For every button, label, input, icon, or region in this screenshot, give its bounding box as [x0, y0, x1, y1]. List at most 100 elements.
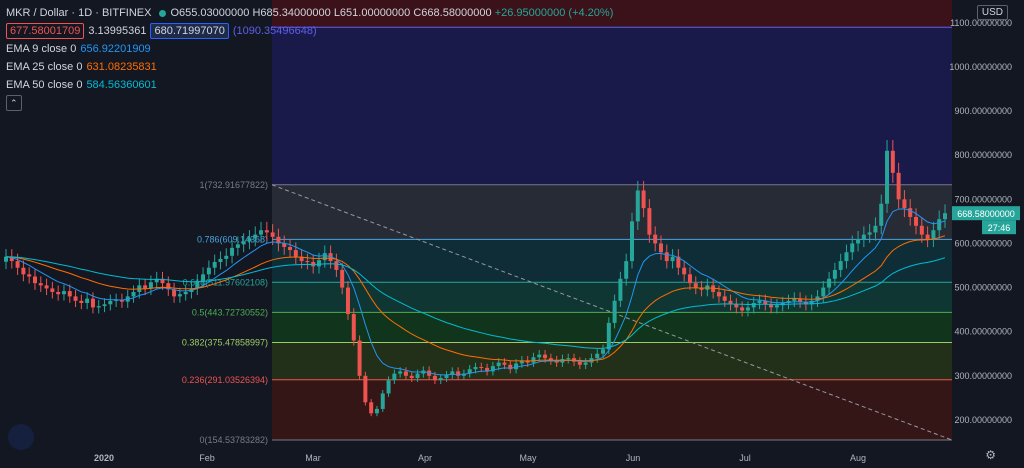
candle-body [4, 256, 8, 262]
price-tick-label: 900.00000000 [954, 106, 1012, 116]
candle-body [293, 250, 298, 257]
spread-value: 3.13995361 [88, 25, 147, 37]
candle-body [230, 247, 235, 256]
candle-body [108, 300, 113, 305]
candle-body [432, 375, 437, 381]
time-tick-label: Apr [418, 453, 432, 463]
fib-level-label: 0.5(443.72730552) [192, 307, 268, 317]
gear-icon[interactable]: ⚙ [985, 448, 996, 462]
trade-row: 677.58001709 3.13995361 680.71997070 (10… [6, 22, 613, 40]
sell-button[interactable]: 677.58001709 [6, 23, 85, 39]
candle-body [937, 219, 942, 231]
price-tick-label: 400.00000000 [954, 327, 1012, 337]
candle-body [253, 234, 258, 239]
candle-body [861, 234, 866, 240]
high-value: H685.34000000 [252, 7, 331, 19]
candle-body [479, 366, 484, 368]
candle-body [885, 150, 890, 204]
candle-body [867, 232, 872, 235]
ema9-row[interactable]: EMA 9 close 0 656.92201909 [6, 40, 613, 58]
candle-body [583, 362, 588, 365]
candle-body [873, 225, 878, 233]
ema50-row[interactable]: EMA 50 close 0 584.56360601 [6, 76, 613, 94]
ema9-label: EMA 9 close 0 [6, 43, 77, 55]
candle-body [90, 298, 95, 308]
candle-body [890, 150, 895, 173]
candle-body [317, 260, 321, 267]
candle-body [363, 375, 368, 403]
candle-body [369, 402, 374, 414]
candle-body [15, 261, 20, 268]
candle-body [345, 287, 350, 315]
ema25-label: EMA 25 close 0 [6, 61, 83, 73]
candle-body [740, 307, 745, 311]
time-tick-label: Jun [626, 453, 641, 463]
candle-body [821, 287, 826, 297]
candle-body [914, 216, 919, 226]
candle-body [612, 300, 617, 323]
candle-body [931, 230, 936, 240]
candle-body [27, 274, 32, 277]
ema9-value: 656.92201909 [80, 43, 151, 55]
candle-body [664, 252, 669, 262]
candle-body [357, 340, 362, 376]
candle-body [212, 261, 217, 268]
candle-body [206, 267, 211, 275]
candle-body [415, 373, 420, 379]
candle-body [757, 300, 762, 304]
ema25-row[interactable]: EMA 25 close 0 631.08235831 [6, 58, 613, 76]
candle-body [577, 361, 582, 365]
candle-body [61, 291, 66, 295]
candle-body [473, 366, 478, 370]
candle-body [224, 255, 229, 259]
candle-body [143, 285, 148, 289]
candle-body [79, 300, 84, 304]
candle-body [682, 267, 687, 275]
candle-body [919, 225, 924, 235]
candle-body [409, 375, 414, 379]
symbol-row: MKR / Dollar · 1D · BITFINEX O655.030000… [6, 4, 613, 22]
candle-body [514, 363, 519, 370]
candle-body [531, 357, 536, 363]
candle-body [264, 230, 269, 233]
candle-body [38, 283, 43, 286]
tradingview-logo-icon[interactable] [8, 424, 34, 450]
candle-body [241, 241, 246, 245]
price-badge: 668.58000000 [957, 209, 1015, 219]
price-tick-label: 500.00000000 [954, 283, 1012, 293]
candle-body [630, 221, 634, 262]
candle-body [21, 267, 26, 275]
candle-body [351, 314, 356, 341]
symbol-title[interactable]: MKR / Dollar · 1D · BITFINEX [6, 6, 151, 20]
candle-body [456, 371, 461, 376]
candle-body [543, 354, 548, 359]
market-status-icon [159, 9, 167, 17]
candle-body [635, 190, 640, 222]
collapse-legend-button[interactable]: ⌃ [6, 94, 613, 112]
candle-body [925, 234, 930, 240]
candle-body [398, 371, 403, 374]
candle-body [838, 261, 843, 270]
candle-body [177, 294, 182, 297]
price-tick-label: 300.00000000 [954, 371, 1012, 381]
time-tick-label: Feb [199, 453, 215, 463]
candle-body [745, 307, 750, 311]
candle-body [902, 199, 907, 209]
buy-button[interactable]: 680.71997070 [150, 23, 229, 39]
ema25-value: 631.08235831 [86, 61, 157, 73]
candle-body [844, 252, 849, 262]
candle-body [374, 408, 379, 414]
currency-button[interactable]: USD [976, 5, 1008, 20]
candle-body [774, 305, 779, 308]
candle-body [856, 239, 861, 244]
fib-level-label: 0.382(375.47858997) [182, 338, 268, 348]
candle-body [148, 282, 153, 289]
candle-body [827, 278, 832, 288]
candle-body [56, 291, 61, 295]
candle-body [305, 261, 310, 263]
change-value: +26.95000000 (+4.20%) [494, 7, 614, 19]
candle-body [403, 371, 408, 376]
candle-body [496, 362, 501, 367]
candle-body [601, 349, 606, 354]
price-tick-label: 600.00000000 [954, 238, 1012, 248]
